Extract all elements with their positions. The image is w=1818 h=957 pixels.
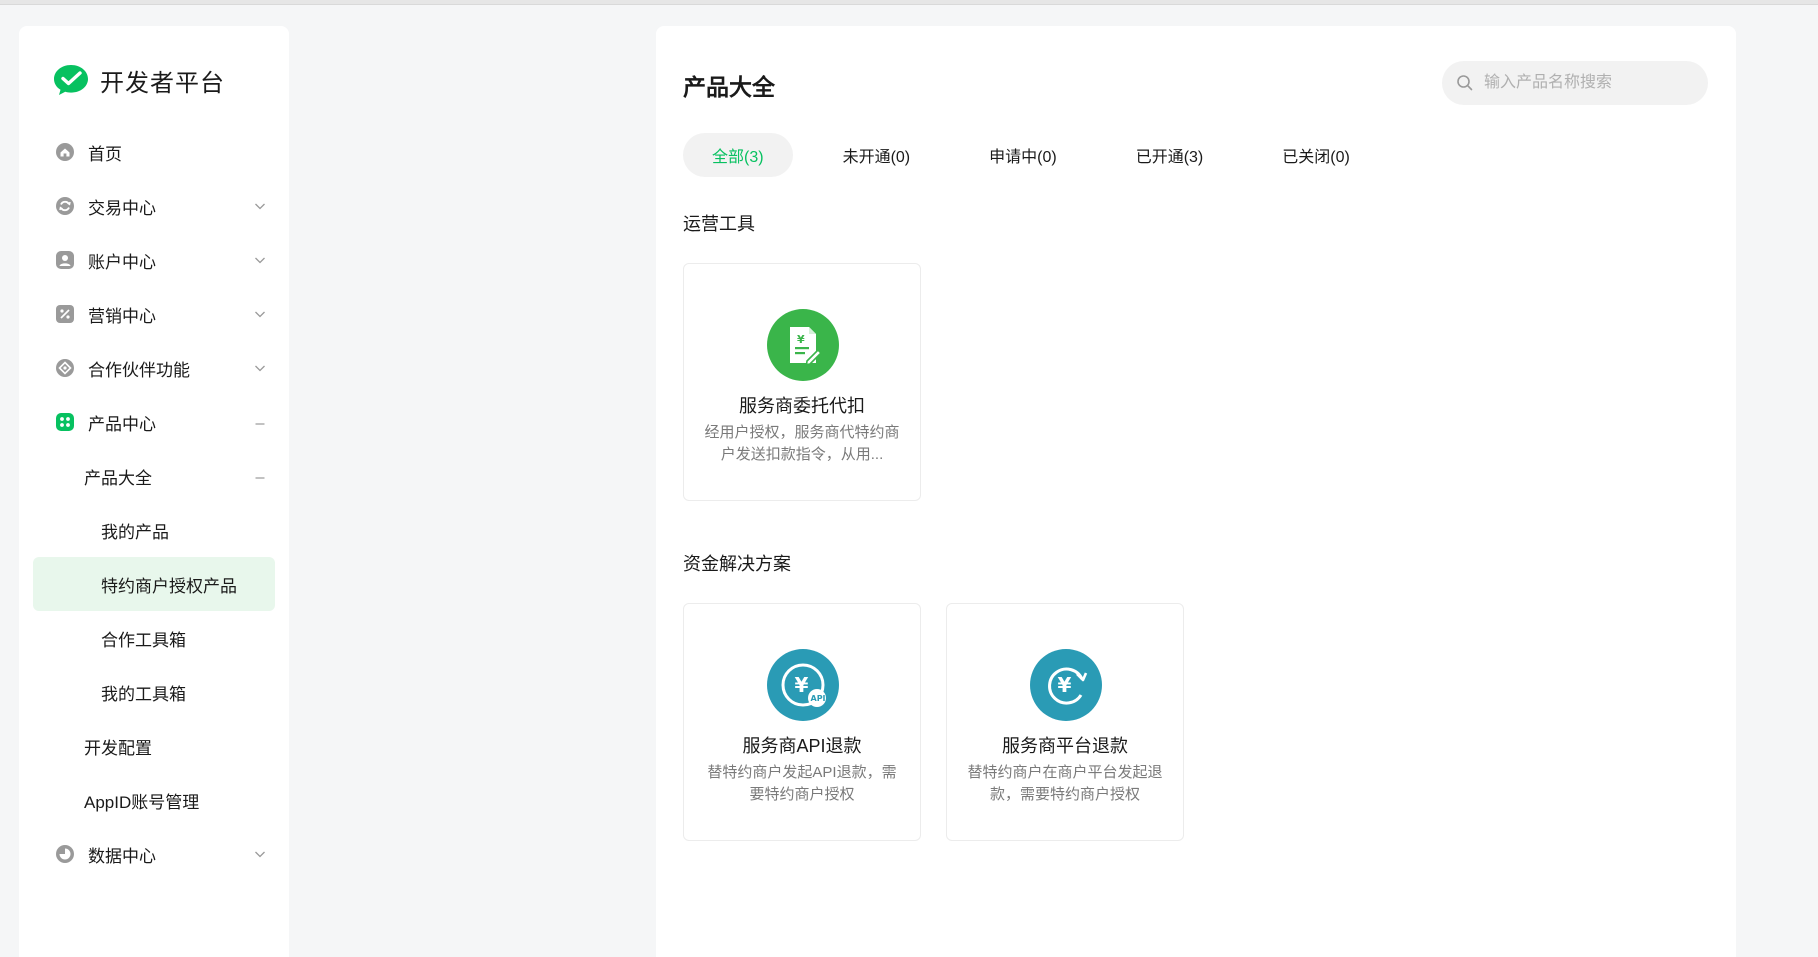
sidebar-item-label: 营销中心 [88, 306, 156, 326]
tab-closed[interactable]: 已关闭(0) [1253, 133, 1379, 177]
svg-text:API: API [811, 694, 826, 703]
account-icon [55, 250, 75, 270]
sidebar-item-label: 首页 [88, 144, 122, 164]
product-description: 经用户授权，服务商代特约商户发送扣款指令，从用... [704, 424, 900, 463]
sidebar-item-label: 交易中心 [88, 198, 156, 218]
sidebar-item-appid-management[interactable]: AppID账号管理 [19, 773, 289, 827]
transaction-icon [55, 196, 75, 216]
sidebar-item-label: 合作工具箱 [101, 630, 186, 650]
product-center-icon [55, 412, 75, 432]
tab-applying[interactable]: 申请中(0) [960, 133, 1086, 177]
tab-not-enabled[interactable]: 未开通(0) [814, 133, 940, 177]
sidebar-item-label: 账户中心 [88, 252, 156, 272]
sidebar-item-label: 产品大全 [84, 468, 152, 488]
product-card[interactable]: ¥ 服务商委托代扣 经用户授权，服务商代特约商户发送扣款指令，从用... [683, 263, 921, 501]
sidebar-item-label: 数据中心 [88, 846, 156, 866]
platform-refund-icon: ¥ [1030, 649, 1102, 721]
product-name: 服务商委托代扣 [739, 396, 865, 416]
collapse-icon[interactable] [253, 469, 267, 483]
sidebar-item-product-center[interactable]: 产品中心 [19, 395, 289, 449]
sidebar-item-product-catalog[interactable]: 产品大全 [19, 449, 289, 503]
product-name: 服务商平台退款 [1002, 736, 1128, 756]
sidebar-item-label: 开发配置 [84, 738, 152, 758]
sidebar-item-label: 合作伙伴功能 [88, 360, 190, 380]
chevron-down-icon[interactable] [253, 361, 267, 375]
sidebar-item-dev-config[interactable]: 开发配置 [19, 719, 289, 773]
search-box[interactable] [1442, 61, 1708, 105]
sidebar-item-transaction[interactable]: 交易中心 [19, 179, 289, 233]
data-center-icon [55, 844, 75, 864]
section-title: 资金解决方案 [683, 554, 791, 574]
marketing-icon [55, 304, 75, 324]
section-title: 运营工具 [683, 214, 755, 234]
chevron-down-icon[interactable] [253, 253, 267, 267]
product-description: 替特约商户在商户平台发起退款，需要特约商户授权 [967, 764, 1163, 803]
chevron-down-icon[interactable] [253, 847, 267, 861]
sidebar-item-partner[interactable]: 合作伙伴功能 [19, 341, 289, 395]
svg-text:¥: ¥ [795, 673, 809, 697]
chevron-down-icon[interactable] [253, 307, 267, 321]
product-name: 服务商API退款 [742, 736, 862, 756]
chevron-down-icon[interactable] [253, 199, 267, 213]
main-panel: 产品大全 全部(3) 未开通(0) 申请中(0) 已开通(3) 已关闭(0) 运… [656, 26, 1736, 957]
sidebar-item-label: AppID账号管理 [84, 792, 200, 812]
brand[interactable]: 开发者平台 [52, 62, 225, 98]
sidebar-item-sub-merchant-authorized[interactable]: 特约商户授权产品 [19, 557, 289, 611]
home-icon [55, 142, 75, 162]
sidebar-item-account[interactable]: 账户中心 [19, 233, 289, 287]
api-refund-icon: ¥ API [767, 649, 839, 721]
sidebar-nav: 首页 交易中心 账户中心 营销中心 合作伙伴功能 产品中心 产品大全 我的产品 … [19, 125, 289, 881]
sidebar-item-marketing[interactable]: 营销中心 [19, 287, 289, 341]
sidebar-item-label: 产品中心 [88, 414, 156, 434]
search-icon [1457, 75, 1473, 91]
sidebar-item-data-center[interactable]: 数据中心 [19, 827, 289, 881]
wechat-logo-icon [54, 65, 88, 95]
svg-text:¥: ¥ [797, 333, 805, 346]
sidebar-item-label: 我的产品 [101, 522, 169, 542]
top-border [0, 0, 1818, 5]
sidebar-item-partner-toolbox[interactable]: 合作工具箱 [19, 611, 289, 665]
product-card[interactable]: ¥ 服务商平台退款 替特约商户在商户平台发起退款，需要特约商户授权 [946, 603, 1184, 841]
sidebar-item-my-toolbox[interactable]: 我的工具箱 [19, 665, 289, 719]
sidebar-item-label: 特约商户授权产品 [101, 576, 237, 596]
partner-icon [55, 358, 75, 378]
sidebar-item-label: 我的工具箱 [101, 684, 186, 704]
search-input[interactable] [1482, 73, 1696, 93]
svg-text:¥: ¥ [1058, 673, 1072, 697]
page-title: 产品大全 [683, 74, 775, 100]
document-yuan-icon: ¥ [767, 309, 839, 381]
product-description: 替特约商户发起API退款，需要特约商户授权 [707, 764, 897, 803]
status-tabs: 全部(3) 未开通(0) 申请中(0) 已开通(3) 已关闭(0) [683, 133, 1400, 177]
tab-all[interactable]: 全部(3) [683, 133, 793, 177]
brand-title: 开发者平台 [100, 69, 225, 97]
sidebar-item-my-products[interactable]: 我的产品 [19, 503, 289, 557]
collapse-icon[interactable] [253, 415, 267, 429]
product-card[interactable]: ¥ API 服务商API退款 替特约商户发起API退款，需要特约商户授权 [683, 603, 921, 841]
tab-enabled[interactable]: 已开通(3) [1107, 133, 1233, 177]
sidebar-item-home[interactable]: 首页 [19, 125, 289, 179]
